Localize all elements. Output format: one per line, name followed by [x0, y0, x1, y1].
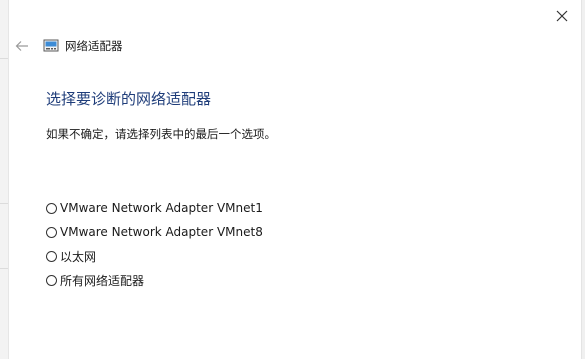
window-right-edge	[581, 0, 585, 359]
window-title: 网络适配器	[65, 39, 123, 53]
option-vmnet1[interactable]: VMware Network Adapter VMnet1	[46, 196, 263, 220]
edge-divider	[0, 203, 8, 204]
option-ethernet[interactable]: 以太网	[46, 244, 263, 268]
option-all-adapters[interactable]: 所有网络适配器	[46, 268, 263, 292]
radio-button[interactable]	[46, 202, 57, 214]
radio-button[interactable]	[46, 274, 57, 286]
close-button[interactable]	[548, 2, 576, 30]
option-label: 以太网	[60, 249, 97, 264]
option-label: 所有网络适配器	[60, 273, 145, 288]
network-adapter-icon	[43, 38, 59, 54]
window-title-bar: 网络适配器	[43, 38, 123, 54]
radio-button[interactable]	[46, 250, 57, 262]
page-heading: 选择要诊断的网络适配器	[46, 90, 212, 108]
window-left-edge	[0, 0, 9, 359]
edge-divider	[0, 268, 8, 269]
option-vmnet8[interactable]: VMware Network Adapter VMnet8	[46, 220, 263, 244]
radio-button[interactable]	[46, 226, 57, 238]
edge-divider	[0, 58, 8, 59]
option-label: VMware Network Adapter VMnet1	[60, 201, 263, 215]
close-icon	[556, 10, 568, 22]
back-button[interactable]	[13, 37, 31, 55]
adapter-options-list: VMware Network Adapter VMnet1 VMware Net…	[46, 196, 263, 292]
instruction-text: 如果不确定，请选择列表中的最后一个选项。	[46, 127, 276, 141]
option-label: VMware Network Adapter VMnet8	[60, 225, 263, 239]
back-arrow-icon	[15, 41, 28, 51]
